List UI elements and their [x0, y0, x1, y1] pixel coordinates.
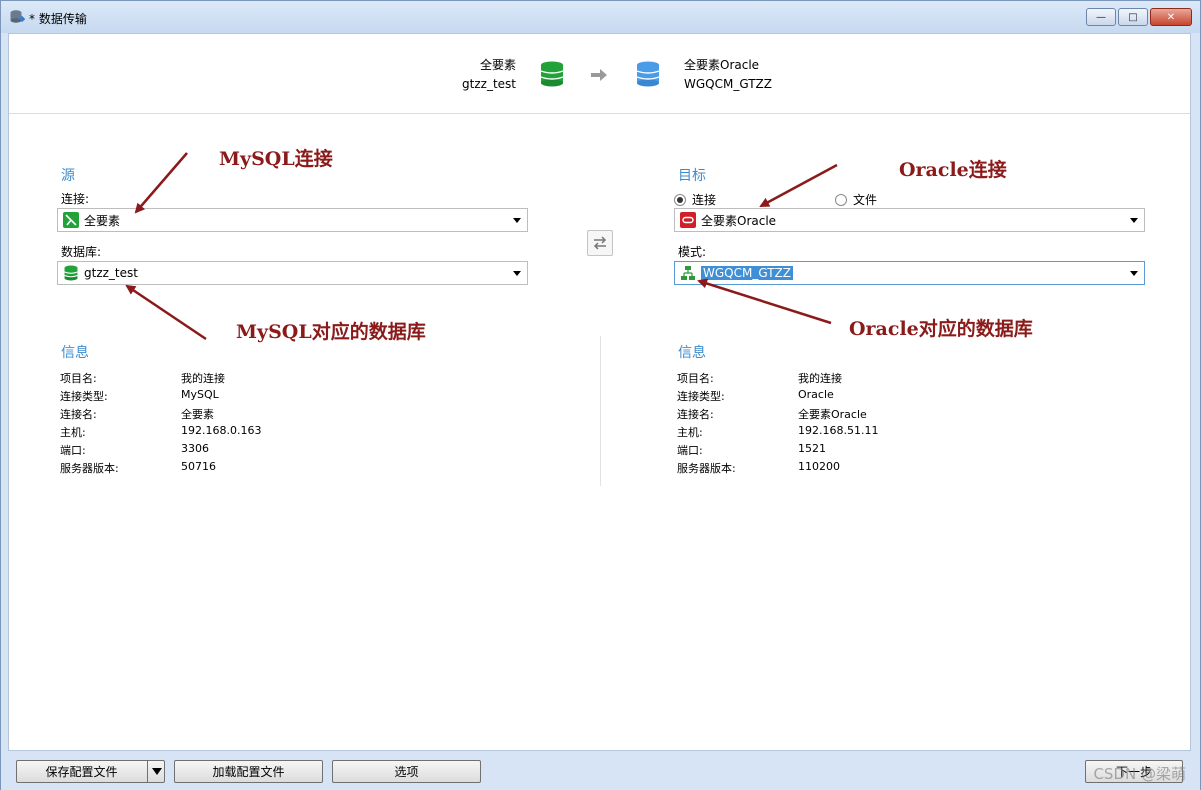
- info-value: 1521: [798, 442, 826, 455]
- info-key: 服务器版本:: [60, 462, 119, 475]
- mysql-icon: [63, 212, 79, 228]
- options-button[interactable]: 选项: [332, 760, 481, 783]
- minimize-button[interactable]: —: [1086, 8, 1116, 26]
- info-value: 192.168.0.163: [181, 424, 262, 437]
- annotation-oracle-connection: Oracle连接: [899, 159, 1007, 181]
- target-file-radio-label: 文件: [853, 193, 878, 207]
- info-key: 服务器版本:: [677, 462, 736, 475]
- annotation-oracle-database: Oracle对应的数据库: [849, 318, 1033, 340]
- arrow-to-source-connection: [134, 152, 188, 214]
- info-key: 主机:: [60, 426, 86, 439]
- radio-unselected-icon: [835, 193, 847, 206]
- target-schema-label: 模式:: [678, 245, 707, 259]
- source-connection-select[interactable]: 全要素: [57, 208, 528, 232]
- radio-selected-icon: [674, 193, 686, 206]
- swap-button[interactable]: [587, 230, 613, 256]
- save-config-dropdown[interactable]: [147, 761, 165, 782]
- transfer-panel: 全要素 gtzz_test 全要素Oracle WGQCM_GTZZ 源 连接:: [8, 33, 1191, 751]
- header-source-db: gtzz_test: [462, 77, 516, 91]
- target-connection-radio-label: 连接: [692, 193, 717, 207]
- info-value: 全要素Oracle: [798, 408, 867, 421]
- swap-icon: [593, 236, 607, 250]
- header-source-name: 全要素: [479, 58, 516, 72]
- header-target-name: 全要素Oracle: [684, 58, 760, 72]
- source-database-select[interactable]: gtzz_test: [57, 261, 528, 285]
- target-file-radio[interactable]: 文件: [835, 191, 877, 208]
- data-transfer-icon: [10, 10, 25, 23]
- oracle-icon: [680, 212, 696, 228]
- watermark: CSDN @梁萌: [1093, 765, 1186, 783]
- transfer-summary-header: 全要素 gtzz_test 全要素Oracle WGQCM_GTZZ: [9, 34, 1190, 114]
- arrow-to-source-database: [125, 284, 207, 341]
- load-config-button[interactable]: 加载配置文件: [174, 760, 323, 783]
- source-database-icon: [540, 61, 564, 87]
- info-key: 端口:: [677, 444, 703, 457]
- info-key: 连接名:: [677, 408, 714, 421]
- maximize-button[interactable]: □: [1118, 8, 1148, 26]
- source-info-title: 信息: [61, 345, 89, 361]
- save-config-label: 保存配置文件: [45, 765, 118, 779]
- source-connection-label: 连接:: [61, 192, 90, 206]
- target-schema-value: WGQCM_GTZZ: [701, 266, 793, 280]
- info-value: Oracle: [798, 388, 834, 401]
- target-database-icon: [636, 61, 660, 87]
- info-key: 连接类型:: [677, 390, 725, 403]
- data-transfer-window: * 数据传输 — □ ✕ 全要素 gtzz_test 全要素Oracle WGQ…: [0, 0, 1201, 790]
- arrow-to-target-schema: [697, 278, 832, 325]
- window-controls: — □ ✕: [1086, 8, 1192, 26]
- annotation-mysql-database: MySQL对应的数据库: [236, 321, 426, 343]
- chevron-down-icon: [1130, 271, 1138, 276]
- info-value: 192.168.51.11: [798, 424, 879, 437]
- chevron-down-icon: [513, 271, 521, 276]
- info-value: 3306: [181, 442, 209, 455]
- info-key: 端口:: [60, 444, 86, 457]
- source-database-label: 数据库:: [61, 245, 102, 259]
- footer-bar: 保存配置文件 加载配置文件 选项 下一步 CSDN @梁萌: [1, 751, 1200, 790]
- info-value: 全要素: [181, 408, 214, 421]
- window-title: * 数据传输: [29, 12, 87, 26]
- target-connection-value: 全要素Oracle: [701, 213, 777, 228]
- chevron-down-icon: [1130, 218, 1138, 223]
- header-target-db: WGQCM_GTZZ: [684, 77, 772, 91]
- target-section-title: 目标: [678, 168, 706, 184]
- target-schema-select[interactable]: WGQCM_GTZZ: [674, 261, 1145, 285]
- annotation-mysql-connection: MySQL连接: [219, 148, 333, 170]
- arrow-to-target-connection: [759, 163, 838, 208]
- info-key: 主机:: [677, 426, 703, 439]
- save-config-button[interactable]: 保存配置文件: [16, 760, 165, 783]
- info-key: 项目名:: [60, 372, 97, 385]
- transfer-arrow-icon: [591, 69, 607, 81]
- info-divider: [600, 336, 601, 486]
- database-icon: [63, 265, 79, 281]
- info-key: 连接名:: [60, 408, 97, 421]
- title-bar[interactable]: * 数据传输 — □ ✕: [1, 1, 1200, 33]
- target-connection-select[interactable]: 全要素Oracle: [674, 208, 1145, 232]
- info-value: MySQL: [181, 388, 219, 401]
- source-section-title: 源: [61, 168, 75, 184]
- target-info-title: 信息: [678, 345, 706, 361]
- info-key: 项目名:: [677, 372, 714, 385]
- info-value: 50716: [181, 460, 216, 473]
- info-value: 我的连接: [181, 372, 225, 385]
- info-value: 我的连接: [798, 372, 842, 385]
- close-button[interactable]: ✕: [1150, 8, 1192, 26]
- info-value: 110200: [798, 460, 840, 473]
- target-connection-radio[interactable]: 连接: [674, 191, 716, 208]
- info-key: 连接类型:: [60, 390, 108, 403]
- chevron-down-icon: [513, 218, 521, 223]
- source-connection-value: 全要素: [84, 213, 121, 228]
- schema-icon: [680, 265, 696, 281]
- source-database-value: gtzz_test: [84, 266, 138, 280]
